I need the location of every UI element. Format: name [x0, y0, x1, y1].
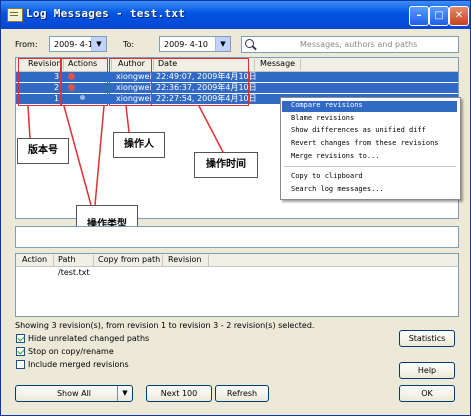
include-merged-checkbox[interactable]	[16, 360, 25, 369]
stop-on-copy-checkbox[interactable]	[16, 347, 25, 356]
status-text: Showing 3 revision(s), from revision 1 t…	[15, 321, 315, 330]
stop-on-copy-label: Stop on copy/rename	[28, 347, 114, 356]
show-all-button[interactable]: Show All ▼	[15, 385, 133, 402]
help-button[interactable]: Help	[399, 362, 455, 379]
menu-blame-revisions[interactable]: Blame revisions	[291, 114, 354, 122]
message-text-area[interactable]	[15, 226, 459, 248]
revision-number-callout: 版本号	[17, 138, 69, 164]
next-100-button[interactable]: Next 100	[146, 385, 212, 402]
header-divider	[208, 255, 209, 266]
refresh-button[interactable]: Refresh	[215, 385, 269, 402]
menu-unified-diff[interactable]: Show differences as unified diff	[291, 126, 426, 134]
context-menu: Compare revisions Blame revisions Show d…	[280, 97, 461, 200]
path-value: /test.txt	[58, 268, 90, 277]
col-path[interactable]: Path	[58, 255, 76, 264]
header-divider	[93, 255, 94, 266]
chevron-down-icon[interactable]: ▼	[117, 386, 132, 401]
hide-unrelated-checkbox[interactable]	[16, 334, 25, 343]
include-merged-label: Include merged revisions	[28, 360, 129, 369]
menu-copy-clipboard[interactable]: Copy to clipboard	[291, 172, 363, 180]
path-row[interactable]: /test.txt	[16, 268, 458, 278]
changed-paths-list[interactable]: Action Path Copy from path Revision /tes…	[15, 253, 459, 317]
statistics-button[interactable]: Statistics	[399, 330, 455, 347]
hide-unrelated-label: Hide unrelated changed paths	[28, 334, 150, 343]
menu-search-log[interactable]: Search log messages...	[291, 185, 384, 193]
col-path-revision[interactable]: Revision	[168, 255, 201, 264]
menu-separator	[284, 166, 456, 167]
col-action[interactable]: Action	[22, 255, 47, 264]
menu-compare-revisions[interactable]: Compare revisions	[282, 101, 457, 112]
paths-header: Action Path Copy from path Revision	[16, 254, 458, 267]
header-divider	[162, 255, 163, 266]
menu-revert-changes[interactable]: Revert changes from these revisions	[291, 139, 439, 147]
operator-callout: 操作人	[113, 132, 165, 158]
col-copy-from[interactable]: Copy from path	[98, 255, 160, 264]
ok-button[interactable]: OK	[399, 385, 455, 402]
menu-merge-revisions[interactable]: Merge revisions to...	[291, 152, 380, 160]
operation-time-callout: 操作时间	[194, 152, 258, 178]
log-messages-window: Log Messages - test.txt – □ ✕ From: 2009…	[0, 0, 471, 416]
header-divider	[53, 255, 54, 266]
show-all-label: Show All	[56, 389, 92, 398]
